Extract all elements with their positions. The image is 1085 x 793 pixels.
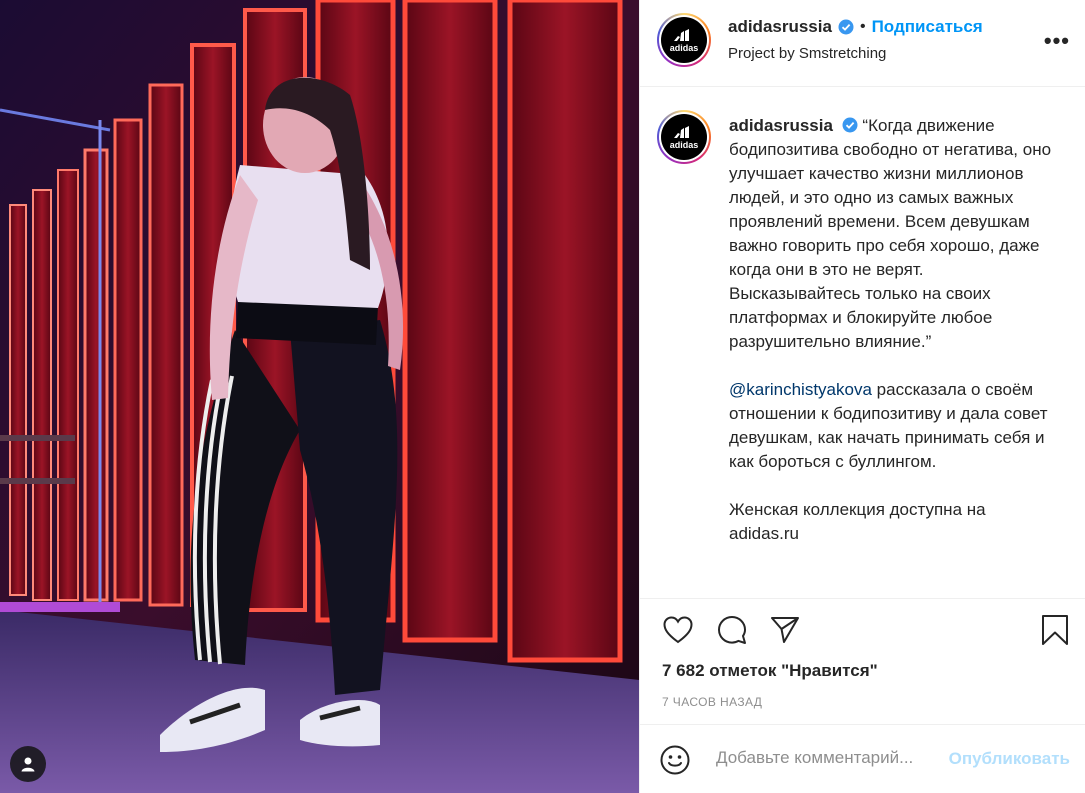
paper-plane-icon — [771, 617, 799, 643]
mention-link[interactable]: @karinchistyakova — [729, 380, 872, 399]
post-photo[interactable] — [0, 0, 639, 793]
tagged-people-button[interactable] — [10, 746, 46, 782]
comments-section[interactable]: adidas adidasrussia “Когда движение боди… — [640, 88, 1085, 598]
comment-button[interactable] — [715, 613, 749, 647]
account-username[interactable]: adidasrussia — [728, 17, 832, 37]
caption-quote-text: “Когда движение бодипозитива свободно от… — [729, 116, 1052, 351]
location-link[interactable]: Project by Smstretching — [728, 45, 886, 62]
post-side-panel: adidas adidasrussia • Подписаться Projec… — [639, 0, 1085, 793]
heart-icon — [663, 616, 693, 644]
caption-paragraph-3: Женская коллекция доступна на adidas.ru — [729, 500, 986, 543]
adidas-logo-icon — [674, 28, 689, 41]
caption-username[interactable]: adidasrussia — [729, 116, 833, 135]
post-header: adidas adidasrussia • Подписаться Projec… — [640, 0, 1085, 87]
caption-story-ring[interactable]: adidas — [657, 110, 711, 164]
emoji-button[interactable] — [660, 745, 690, 780]
post-caption: adidasrussia “Когда движение бодипозитив… — [729, 114, 1059, 570]
separator-dot: • — [859, 18, 866, 35]
likes-count[interactable]: 7 682 отметок "Нравится" — [662, 661, 878, 681]
like-button[interactable] — [661, 613, 695, 647]
adidas-logo-icon — [674, 125, 689, 138]
save-button[interactable] — [1038, 613, 1072, 647]
bookmark-icon — [1042, 615, 1068, 645]
smiley-icon — [660, 745, 690, 775]
publish-button[interactable]: Опубликовать — [949, 749, 1070, 769]
share-button[interactable] — [768, 613, 802, 647]
avatar[interactable]: adidas — [661, 17, 707, 63]
person-tag-icon — [21, 757, 35, 772]
photo-illustration — [0, 0, 639, 793]
comment-bubble-icon — [718, 616, 746, 644]
caption-paragraph-2: @karinchistyakova рассказала о своём отн… — [729, 378, 1059, 474]
comment-input[interactable] — [716, 748, 940, 768]
follow-button[interactable]: Подписаться — [872, 17, 983, 37]
post-timestamp[interactable]: 7 ЧАСОВ НАЗАД — [662, 695, 762, 709]
verified-badge-icon — [842, 117, 858, 133]
avatar-brand-text: adidas — [669, 139, 699, 150]
verified-badge-icon — [838, 19, 854, 35]
more-options-button[interactable]: ••• — [1044, 28, 1070, 54]
avatar-brand-text: adidas — [669, 42, 699, 53]
post-actions: 7 682 отметок "Нравится" 7 ЧАСОВ НАЗАД — [640, 598, 1085, 724]
caption-paragraph-1: adidasrussia “Когда движение бодипозитив… — [729, 114, 1059, 354]
caption-avatar[interactable]: adidas — [661, 114, 707, 160]
add-comment-bar: Опубликовать — [640, 724, 1085, 793]
story-ring[interactable]: adidas — [657, 13, 711, 67]
